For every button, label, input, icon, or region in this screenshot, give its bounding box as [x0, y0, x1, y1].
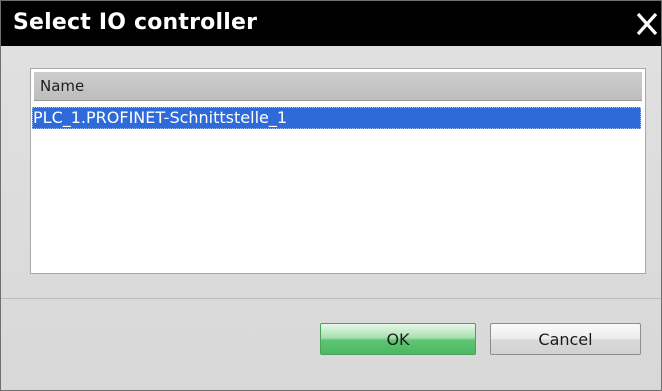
io-controller-list[interactable]: Name PLC_1.PROFINET-Schnittstelle_1: [30, 68, 646, 274]
dialog-title: Select IO controller: [13, 10, 258, 35]
ok-button[interactable]: OK: [320, 323, 476, 355]
column-header-label: Name: [40, 77, 85, 95]
close-icon[interactable]: [633, 9, 661, 39]
divider: [1, 298, 661, 299]
list-item[interactable]: PLC_1.PROFINET-Schnittstelle_1: [32, 107, 641, 129]
column-header-name[interactable]: Name: [34, 72, 642, 101]
select-io-controller-dialog: Select IO controller Name PLC_1.PROFINET…: [0, 0, 662, 391]
list-item-name: PLC_1.PROFINET-Schnittstelle_1: [33, 108, 288, 127]
dialog-titlebar: Select IO controller: [1, 1, 661, 46]
cancel-button[interactable]: Cancel: [490, 323, 641, 355]
